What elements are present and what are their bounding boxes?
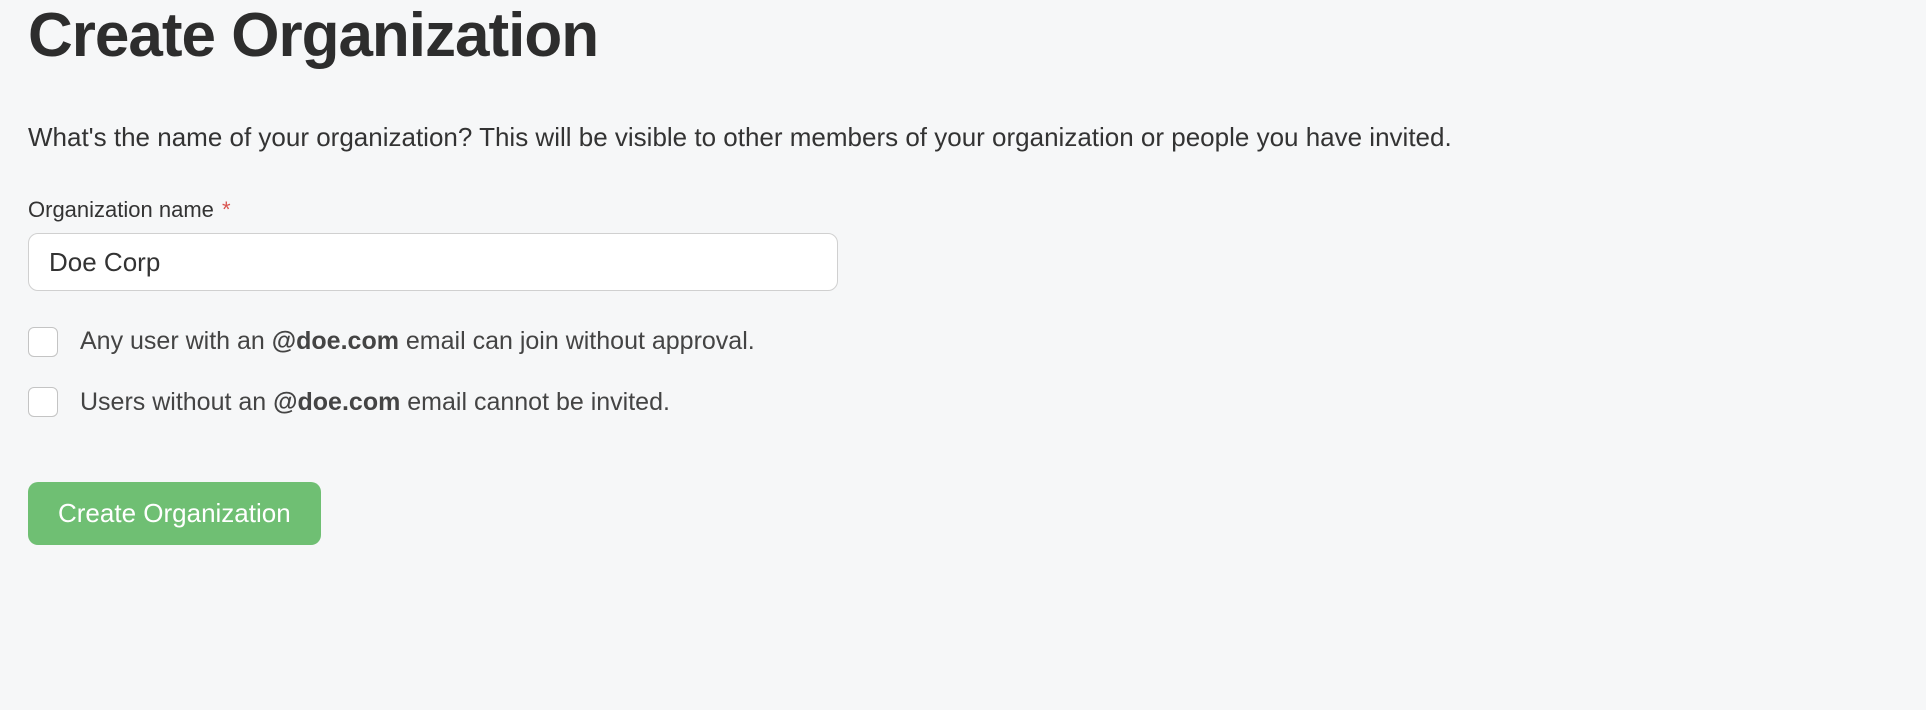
page-description: What's the name of your organization? Th…: [28, 119, 1898, 155]
auto-join-domain: @doe.com: [272, 327, 399, 355]
required-indicator: *: [222, 197, 231, 222]
restrict-invite-suffix: email cannot be invited.: [400, 388, 670, 416]
auto-join-label: Any user with an @doe.com email can join…: [80, 325, 755, 358]
restrict-invite-domain: @doe.com: [273, 388, 400, 416]
restrict-invite-option: Users without an @doe.com email cannot b…: [28, 386, 1898, 419]
org-name-label: Organization name: [28, 197, 214, 222]
auto-join-suffix: email can join without approval.: [399, 327, 755, 355]
create-organization-button[interactable]: Create Organization: [28, 482, 321, 545]
auto-join-prefix: Any user with an: [80, 327, 272, 355]
page-title: Create Organization: [28, 0, 1898, 71]
auto-join-checkbox[interactable]: [28, 327, 58, 357]
restrict-invite-label: Users without an @doe.com email cannot b…: [80, 386, 670, 419]
org-name-input[interactable]: [28, 233, 838, 291]
auto-join-option: Any user with an @doe.com email can join…: [28, 325, 1898, 358]
org-name-label-row: Organization name *: [28, 197, 1898, 223]
restrict-invite-checkbox[interactable]: [28, 387, 58, 417]
restrict-invite-prefix: Users without an: [80, 388, 273, 416]
